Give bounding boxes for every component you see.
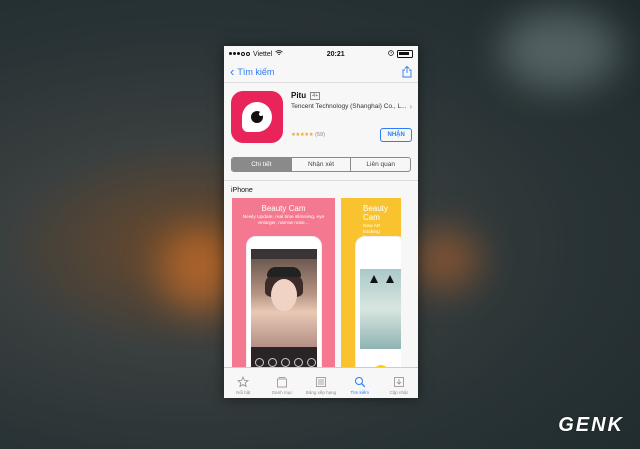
screenshot-title: Beauty Cam <box>363 203 388 222</box>
screenshot-1[interactable]: Beauty Cam Newly Update, real time slimm… <box>232 197 335 381</box>
mockup-screen <box>360 248 401 381</box>
tab-label: Tìm kiếm <box>350 390 370 395</box>
wifi-icon <box>275 50 284 58</box>
background-glow-light <box>500 10 620 90</box>
status-bar: Viettel 20:21 <box>224 46 418 62</box>
ar-photo <box>360 268 401 349</box>
chevron-right-icon: › <box>409 102 413 111</box>
cap-shape <box>267 266 301 277</box>
star-icon <box>237 376 250 388</box>
app-header: Pitu 4+ Tencent Technology (Shanghai) Co… <box>224 83 418 153</box>
mockup-phone <box>246 235 322 381</box>
share-button[interactable] <box>402 66 412 78</box>
segment-details[interactable]: Chi tiết <box>232 158 292 171</box>
tab-updates[interactable]: Cập nhật <box>379 368 418 398</box>
app-icon[interactable] <box>231 91 283 143</box>
tab-bar: Nổi bật Danh mục Bảng xếp hạng Tìm kiếm … <box>224 367 418 398</box>
get-button[interactable]: NHẬN <box>380 128 413 142</box>
alarm-icon <box>388 50 394 58</box>
rating-row[interactable]: ★★★★★ (59) <box>291 132 325 138</box>
app-info: Pitu 4+ Tencent Technology (Shanghai) Co… <box>291 91 413 149</box>
tab-categories[interactable]: Danh mục <box>263 368 302 398</box>
section-title: iPhone <box>231 186 253 194</box>
battery-icon <box>397 50 413 58</box>
app-name-row: Pitu 4+ <box>291 91 412 100</box>
chevron-left-icon: ‹ <box>230 64 235 79</box>
screenshot-carousel[interactable]: Beauty Cam Newly Update, real time slimm… <box>224 197 418 381</box>
segment-related[interactable]: Liên quan <box>351 158 410 171</box>
background-glow-amber <box>410 230 480 290</box>
share-icon <box>402 66 412 78</box>
cat-ears-shape <box>370 274 394 283</box>
categories-icon <box>277 377 288 388</box>
phone-screen: Viettel 20:21 ‹ Tìm kiếm Pitu 4+ Tencent… <box>224 46 418 398</box>
search-icon <box>354 377 366 388</box>
tab-label: Cập nhật <box>389 390 408 395</box>
eye-glint <box>259 112 263 116</box>
mockup-phone <box>355 235 401 381</box>
list-icon <box>316 377 326 387</box>
carrier-label: Viettel <box>253 50 273 58</box>
mockup-screen <box>251 248 317 381</box>
tab-search[interactable]: Tìm kiếm <box>340 368 379 398</box>
segment-reviews[interactable]: Nhận xét <box>292 158 352 171</box>
navigation-bar: ‹ Tìm kiếm <box>224 62 418 83</box>
segmented-control: Chi tiết Nhận xét Liên quan <box>231 157 411 172</box>
face-shape <box>271 278 297 311</box>
watermark-logo: GENK <box>558 414 624 436</box>
screenshot-title: Beauty Cam <box>261 203 306 213</box>
screenshot-2[interactable]: Beauty Cam New AR tracking function make… <box>341 197 401 381</box>
developer-link[interactable]: Tencent Technology (Shanghai) Co., L... … <box>291 102 412 111</box>
back-button[interactable]: ‹ Tìm kiếm <box>230 64 275 79</box>
portrait-photo <box>251 258 317 347</box>
app-name: Pitu <box>291 91 307 100</box>
tab-charts[interactable]: Bảng xếp hạng <box>302 368 341 398</box>
signal-icon <box>229 52 250 56</box>
download-icon <box>393 377 404 387</box>
back-label: Tìm kiếm <box>237 67 275 77</box>
age-rating-badge: 4+ <box>310 91 321 100</box>
developer-name: Tencent Technology (Shanghai) Co., L... <box>291 103 407 110</box>
tab-featured[interactable]: Nổi bật <box>224 368 263 398</box>
tab-label: Danh mục <box>271 390 293 395</box>
camera-filter-icons <box>255 357 317 367</box>
clock: 20:21 <box>326 50 345 58</box>
screenshot-subtitle: Newly Update, real time slimming, eye en… <box>242 214 325 226</box>
star-rating-icon: ★★★★★ <box>291 132 314 138</box>
tab-label: Bảng xếp hạng <box>305 390 337 395</box>
tab-label: Nổi bật <box>236 390 251 395</box>
rating-count: (59) <box>315 132 325 138</box>
